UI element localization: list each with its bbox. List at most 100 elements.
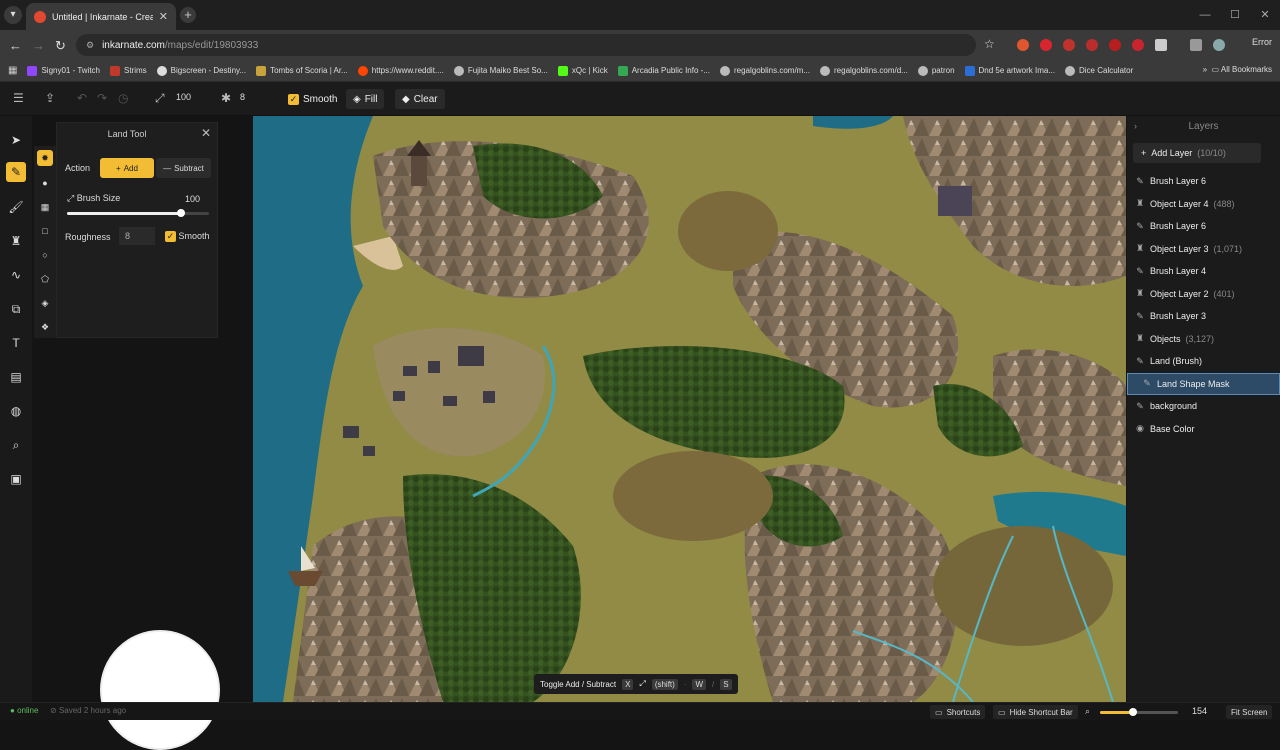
- pentagon-brush-icon[interactable]: ⬠: [37, 271, 53, 287]
- menu-icon[interactable]: ☰: [13, 91, 24, 105]
- undo-icon[interactable]: ↶: [77, 91, 87, 105]
- layer-item[interactable]: ✎ Brush Layer 3: [1127, 305, 1280, 327]
- brush-size-slider-thumb[interactable]: [176, 209, 185, 217]
- export-icon[interactable]: ⇪: [45, 91, 55, 105]
- keyboard-icon: ▭: [935, 707, 943, 717]
- error-badge[interactable]: Error: [1252, 37, 1272, 47]
- toolbar-size-value[interactable]: 100: [176, 92, 191, 102]
- bookmark-item[interactable]: Arcadia Public Info -...: [617, 65, 710, 76]
- browser-tab[interactable]: Untitled | Inkarnate - Create Fa ✕: [26, 3, 176, 30]
- bookmark-star-icon[interactable]: ☆: [984, 37, 995, 51]
- new-tab-button[interactable]: +: [180, 7, 196, 23]
- add-action-button[interactable]: + Add: [100, 158, 154, 178]
- back-icon[interactable]: ←: [9, 38, 22, 53]
- roughness-input[interactable]: 8: [119, 227, 155, 245]
- layer-item[interactable]: ♜ Object Layer 3 (1,071): [1127, 238, 1280, 260]
- clear-button[interactable]: ◆ Clear: [395, 89, 445, 109]
- extension-icon[interactable]: [1109, 39, 1121, 51]
- close-panel-icon[interactable]: ✕: [201, 126, 211, 140]
- layer-item[interactable]: ✎ Brush Layer 4: [1127, 260, 1280, 282]
- close-window-icon[interactable]: ✕: [1250, 0, 1280, 30]
- circle-outline-brush-icon[interactable]: ○: [37, 247, 53, 263]
- subtract-action-button[interactable]: — Subtract: [156, 158, 211, 178]
- brush-size-value[interactable]: 100: [185, 194, 200, 204]
- layer-item[interactable]: ♜ Object Layer 2 (401): [1127, 283, 1280, 305]
- shortcut-hint-label: Toggle Add / Subtract: [540, 679, 617, 689]
- url-path: /maps/edit/19803933: [164, 39, 259, 51]
- add-layer-button[interactable]: + Add Layer (10/10): [1133, 143, 1261, 163]
- apps-grid-icon[interactable]: ▦: [8, 65, 17, 76]
- extension-icon[interactable]: [1086, 39, 1098, 51]
- extension-icon[interactable]: [1132, 39, 1144, 51]
- brush-size-icon: ⤢: [155, 91, 165, 105]
- zoom-tool-icon[interactable]: ⌕: [6, 435, 26, 455]
- land-tool-icon[interactable]: ✎: [6, 162, 26, 182]
- circle-brush-icon[interactable]: ●: [37, 175, 53, 191]
- reading-list-icon[interactable]: [1190, 39, 1202, 51]
- toolbar-smooth-toggle[interactable]: ✓ Smooth: [281, 89, 344, 109]
- layer-item[interactable]: ♜ Object Layer 4 (488): [1127, 193, 1280, 215]
- pattern-brush-icon[interactable]: ❖: [37, 319, 53, 335]
- extensions-puzzle-icon[interactable]: [1155, 39, 1167, 51]
- bookmark-item[interactable]: patron: [917, 65, 955, 76]
- layer-item[interactable]: ♜ Objects (3,127): [1127, 328, 1280, 350]
- minimize-icon[interactable]: —: [1190, 0, 1220, 30]
- hide-shortcut-bar-button[interactable]: ▭ Hide Shortcut Bar: [993, 705, 1078, 719]
- bookmark-item[interactable]: Tombs of Scoria | Ar...: [256, 65, 348, 76]
- history-icon[interactable]: ◷: [118, 91, 128, 105]
- bookmark-item[interactable]: Fujita Maiko Best So...: [453, 65, 548, 76]
- adblock-extension-icon[interactable]: [1063, 39, 1075, 51]
- fill-brush-icon[interactable]: ◈: [37, 295, 53, 311]
- window-controls: — ☐ ✕: [1190, 0, 1280, 30]
- fit-screen-button[interactable]: Fit Screen: [1226, 705, 1273, 719]
- bookmark-item[interactable]: xQc | Kick: [557, 65, 608, 76]
- zoom-out-icon[interactable]: ⌕: [1085, 706, 1090, 717]
- maximize-icon[interactable]: ☐: [1220, 0, 1250, 30]
- layer-item[interactable]: ✎ background: [1127, 395, 1280, 417]
- shortcuts-button[interactable]: ▭ Shortcuts: [930, 705, 986, 719]
- save-tool-icon[interactable]: ▣: [6, 469, 26, 489]
- bookmark-item[interactable]: Bigscreen - Destiny...: [156, 65, 246, 76]
- text-tool-icon[interactable]: T: [6, 333, 26, 353]
- extension-icon[interactable]: [1017, 39, 1029, 51]
- layer-item[interactable]: ✎ Land Shape Mask: [1127, 372, 1280, 395]
- layer-item[interactable]: ✎ Brush Layer 6: [1127, 215, 1280, 237]
- site-info-icon[interactable]: ⚙: [86, 40, 94, 51]
- profile-avatar-icon[interactable]: [1213, 39, 1225, 51]
- stamp-tool-icon[interactable]: ♜: [6, 231, 26, 251]
- smooth-checkbox[interactable]: ✓ Smooth: [165, 231, 210, 242]
- redo-icon[interactable]: ↷: [97, 91, 107, 105]
- brush-size-slider[interactable]: [67, 209, 209, 217]
- reload-icon[interactable]: ↻: [55, 38, 66, 54]
- toolbar-roughness-value[interactable]: 8: [240, 92, 245, 102]
- path-tool-icon[interactable]: ∿: [6, 265, 26, 285]
- star-brush-icon[interactable]: ✸: [37, 150, 53, 166]
- bookmark-item[interactable]: https://www.reddit....: [357, 65, 444, 76]
- fill-button[interactable]: ◈ Fill: [346, 89, 385, 109]
- layer-item[interactable]: ◉ Base Color: [1127, 418, 1280, 440]
- grid-brush-icon[interactable]: ▦: [37, 199, 53, 215]
- close-tab-icon[interactable]: ✕: [159, 10, 168, 23]
- select-tool-icon[interactable]: ➤: [6, 130, 26, 150]
- brush-tool-icon[interactable]: 🖌: [6, 197, 26, 217]
- bookmark-item[interactable]: Strims: [110, 65, 147, 76]
- bookmark-item[interactable]: Dnd 5e artwork Ima...: [964, 65, 1055, 76]
- shapes-tool-icon[interactable]: ⧉: [6, 299, 26, 319]
- map-canvas[interactable]: [253, 116, 1126, 702]
- url-field[interactable]: ⚙ inkarnate.com/maps/edit/19803933: [76, 34, 976, 56]
- zoom-slider-thumb[interactable]: [1128, 708, 1137, 716]
- zoom-slider[interactable]: [1100, 708, 1178, 716]
- tab-search-icon[interactable]: ▾: [4, 6, 22, 24]
- globe-tool-icon[interactable]: ◍: [6, 401, 26, 421]
- square-brush-icon[interactable]: □: [37, 223, 53, 239]
- bookmark-item[interactable]: regalgoblins.com/m...: [719, 65, 810, 76]
- notes-tool-icon[interactable]: ▤: [6, 367, 26, 387]
- all-bookmarks-button[interactable]: » ▭ All Bookmarks: [1203, 65, 1272, 74]
- extension-icon[interactable]: [1040, 39, 1052, 51]
- forward-icon[interactable]: →: [32, 38, 45, 53]
- bookmark-item[interactable]: Signy01 - Twitch: [27, 65, 100, 76]
- layer-item[interactable]: ✎ Brush Layer 6: [1127, 170, 1280, 192]
- bookmark-item[interactable]: regalgoblins.com/d...: [820, 65, 908, 76]
- layer-item[interactable]: ✎ Land (Brush): [1127, 350, 1280, 372]
- bookmark-item[interactable]: Dice Calculator: [1065, 65, 1133, 76]
